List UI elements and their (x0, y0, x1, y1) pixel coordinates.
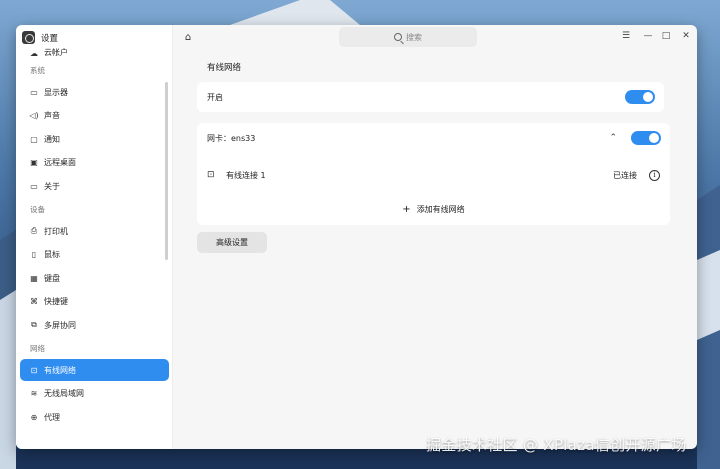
enable-label: 开启 (207, 92, 223, 102)
home-icon[interactable]: ⌂ (182, 31, 194, 43)
wired-network-icon: ⊡ (30, 365, 38, 375)
sidebar-item-label: 远程桌面 (44, 158, 76, 167)
watermark-text: 掘金技术社区 @ XPlaza信创开源广场 (426, 436, 687, 454)
sidebar-item-label: 通知 (44, 134, 60, 144)
add-wired-network-button[interactable]: + 添加有线网络 (197, 195, 670, 223)
enable-card: 开启 (197, 82, 664, 112)
add-wired-network-label: 添加有线网络 (416, 204, 465, 214)
sidebar-nav: ☁ 云帐户 系统 ▭ 显示器 ◁) 声音 ▢ 通知 ▣ 远程桌面 ▭ 关于 设备 ⎙ 打印机… (16, 48, 173, 430)
wifi-icon: ≋ (30, 389, 38, 398)
sidebar-item-display[interactable]: ▭ 显示器 (20, 81, 169, 103)
sidebar-item-cloud-account[interactable]: ☁ 云帐户 (20, 48, 169, 58)
sidebar-item-label: 声音 (44, 111, 60, 120)
settings-window: 设置 ☁ 云帐户 系统 ▭ 显示器 ◁) 声音 ▢ 通知 ▣ 远程桌面 ▭ 关于 设备 ⎙… (16, 25, 697, 449)
sidebar-item-label: 打印机 (44, 226, 68, 236)
connection-name: 有线连接 1 (226, 170, 266, 180)
shortcut-icon: ⌘ (30, 297, 38, 306)
printer-icon: ⎙ (30, 226, 38, 235)
maximize-icon[interactable]: □ (660, 30, 672, 42)
about-icon: ▭ (30, 181, 38, 191)
enable-toggle[interactable] (625, 90, 655, 104)
sidebar-item-mouse[interactable]: ▯ 鼠标 (20, 244, 169, 266)
sidebar-item-label: 键盘 (44, 273, 60, 283)
connection-status: 已连接 (613, 170, 637, 180)
sidebar: 设置 ☁ 云帐户 系统 ▭ 显示器 ◁) 声音 ▢ 通知 ▣ 远程桌面 ▭ 关于 设备 ⎙… (16, 25, 173, 449)
sidebar-item-keyboard[interactable]: ▦ 键盘 (20, 267, 169, 289)
sidebar-item-label: 有线网络 (44, 365, 76, 375)
close-icon[interactable]: ✕ (680, 30, 692, 42)
main-panel: ⌂ 搜索 ☰ — □ ✕ 有线网络 开启 网卡：ens33 ⌃ ⊡ 有线连接 1 (173, 25, 697, 449)
sidebar-item-label: 云帐户 (44, 48, 68, 57)
sidebar-item-label: 代理 (44, 412, 60, 422)
multi-screen-icon: ⧉ (31, 320, 37, 329)
notification-icon: ▢ (30, 134, 38, 144)
monitor-icon: ▭ (30, 87, 38, 97)
adapter-card: 网卡：ens33 ⌃ ⊡ 有线连接 1 已连接 i + 添加有线网络 (197, 123, 670, 225)
connection-row[interactable]: ⊡ 有线连接 1 已连接 i (197, 160, 670, 190)
sidebar-item-multi-screen[interactable]: ⧉ 多屏协同 (20, 314, 169, 336)
adapter-toggle[interactable] (631, 131, 661, 145)
sidebar-item-wired-network[interactable]: ⊡ 有线网络 (20, 359, 169, 381)
info-icon[interactable]: i (649, 169, 660, 181)
section-label-system: 系统 (30, 66, 45, 75)
proxy-icon: ⊕ (30, 412, 38, 422)
settings-app-icon (22, 31, 35, 44)
sidebar-item-shortcuts[interactable]: ⌘ 快捷键 (20, 291, 169, 313)
plus-icon: + (402, 203, 411, 215)
cloud-icon: ☁ (30, 48, 38, 58)
minimize-icon[interactable]: — (642, 30, 654, 42)
sidebar-item-wifi[interactable]: ≋ 无线局域网 (20, 383, 169, 405)
enable-row: 开启 (197, 82, 664, 112)
app-title: 设置 (41, 33, 59, 44)
sidebar-item-label: 显示器 (44, 87, 68, 97)
search-input[interactable]: 搜索 (339, 27, 477, 47)
sidebar-item-label: 关于 (44, 181, 60, 191)
menu-icon[interactable]: ☰ (620, 30, 632, 42)
sidebar-item-about[interactable]: ▭ 关于 (20, 175, 169, 197)
adapter-row[interactable]: 网卡：ens33 ⌃ (197, 123, 670, 153)
page-title: 有线网络 (207, 63, 242, 73)
search-icon (394, 33, 402, 41)
sidebar-item-label: 鼠标 (44, 250, 60, 259)
sidebar-item-label: 多屏协同 (44, 320, 76, 330)
speaker-icon: ◁) (29, 111, 39, 120)
sidebar-item-label: 无线局域网 (44, 389, 84, 398)
search-placeholder: 搜索 (406, 32, 422, 42)
wired-connection-icon: ⊡ (207, 170, 215, 180)
sidebar-item-label: 快捷键 (44, 297, 68, 306)
adapter-label: 网卡：ens33 (207, 133, 256, 143)
sidebar-scrollbar[interactable] (165, 82, 168, 260)
sidebar-item-printer[interactable]: ⎙ 打印机 (20, 220, 169, 242)
sidebar-item-notification[interactable]: ▢ 通知 (20, 128, 169, 150)
chevron-up-icon[interactable]: ⌃ (609, 133, 617, 143)
mouse-icon: ▯ (31, 250, 37, 259)
sidebar-item-sound[interactable]: ◁) 声音 (20, 105, 169, 127)
advanced-settings-button[interactable]: 高级设置 (197, 232, 267, 253)
section-label-devices: 设备 (30, 205, 45, 214)
section-label-network: 网络 (30, 344, 45, 353)
sidebar-item-proxy[interactable]: ⊕ 代理 (20, 406, 169, 428)
keyboard-icon: ▦ (30, 273, 38, 283)
app-header: 设置 (22, 31, 58, 44)
sidebar-item-remote-desktop[interactable]: ▣ 远程桌面 (20, 152, 169, 174)
remote-desktop-icon: ▣ (30, 158, 38, 167)
